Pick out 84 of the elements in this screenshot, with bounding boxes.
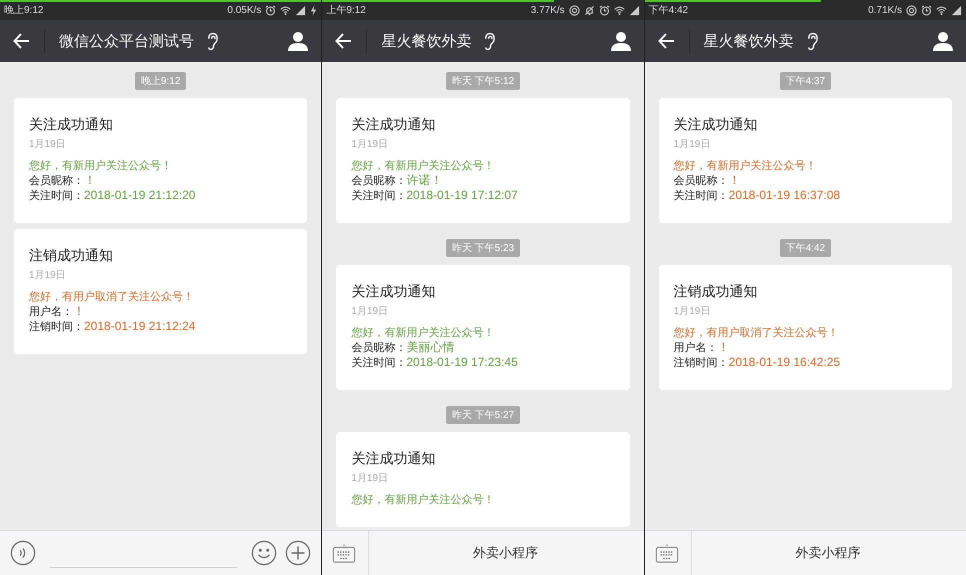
clock-time: 上午9:12: [326, 4, 366, 17]
clock-time: 晚上9:12: [4, 4, 44, 17]
back-arrow-icon[interactable]: [656, 31, 677, 51]
voice-icon[interactable]: [10, 540, 36, 566]
ear-icon[interactable]: [806, 32, 819, 50]
field-value: ！: [73, 304, 85, 318]
menu-button[interactable]: 外卖小程序: [377, 531, 634, 575]
greeting-text: 您好，有新用户关注公众号！: [674, 159, 818, 173]
field-value: ！: [84, 173, 96, 187]
field-value: ！: [728, 173, 741, 187]
card-date: 1月19日: [351, 138, 390, 151]
chat-title: 微信公众平台测试号: [59, 32, 194, 50]
field-label: 用户名：: [29, 305, 73, 319]
back-arrow-icon[interactable]: [12, 31, 32, 51]
keyboard-icon[interactable]: [332, 542, 356, 564]
field-label: 关注时间：: [29, 189, 84, 203]
person-icon[interactable]: [610, 30, 632, 52]
plus-icon[interactable]: [285, 540, 312, 566]
signal-icon: [295, 4, 306, 16]
field-label: 关注时间：: [351, 189, 406, 203]
greeting-text: 您好，有新用户关注公众号！: [29, 159, 173, 173]
card-date: 1月19日: [674, 138, 712, 151]
timestamp-chip: 下午4:42: [780, 239, 832, 257]
card-title: 关注成功通知: [351, 116, 436, 134]
card-title: 关注成功通知: [29, 116, 114, 134]
card-date: 1月19日: [674, 305, 712, 318]
clock-time: 下午4:42: [648, 4, 688, 17]
field-value: 2018-01-19 16:37:08: [728, 188, 840, 202]
greeting-text: 您好，有用户取消了关注公众号！: [29, 290, 195, 304]
card-date: 1月19日: [351, 472, 390, 485]
field-value: 2018-01-19 17:12:07: [406, 188, 518, 202]
signal-icon: [628, 4, 640, 16]
card-date: 1月19日: [351, 305, 390, 318]
greeting-text: 您好，有新用户关注公众号！: [351, 326, 496, 340]
field-value: 2018-01-19 21:12:24: [84, 319, 196, 333]
field-label: 关注时间：: [351, 356, 406, 370]
greeting-text: 您好，有用户取消了关注公众号！: [674, 326, 840, 340]
field-label: 关注时间：: [674, 189, 729, 203]
field-value: ！: [718, 340, 730, 354]
timestamp-chip: 晚上9:12: [134, 72, 186, 90]
alarm-icon: [598, 4, 610, 16]
field-value: 2018-01-19 21:12:20: [84, 188, 196, 202]
card-title: 关注成功通知: [351, 283, 436, 301]
field-label: 会员昵称：: [674, 174, 729, 188]
field-label: 用户名：: [674, 341, 718, 355]
alarm-icon: [921, 4, 932, 16]
menu-button[interactable]: 外卖小程序: [700, 531, 956, 575]
wifi-icon: [936, 4, 947, 16]
field-label: 会员昵称：: [29, 174, 84, 188]
person-icon[interactable]: [287, 30, 310, 52]
field-label: 会员昵称：: [351, 341, 406, 355]
timestamp-chip: 昨天 下午5:23: [446, 239, 520, 257]
card-title: 关注成功通知: [351, 450, 436, 468]
chat-title: 星火餐饮外卖: [381, 32, 472, 50]
field-label: 注销时间：: [674, 356, 729, 370]
timestamp-chip: 昨天 下午5:27: [446, 406, 520, 424]
field-value: 2018-01-19 16:42:25: [728, 355, 840, 369]
field-label: 注销时间：: [29, 320, 84, 334]
emoji-icon[interactable]: [251, 540, 278, 566]
keyboard-icon[interactable]: [654, 542, 679, 564]
network-speed: 0.71K/s: [868, 4, 902, 16]
field-value: 2018-01-19 17:23:45: [406, 355, 518, 369]
person-icon[interactable]: [932, 30, 954, 52]
chat-title: 星火餐饮外卖: [704, 32, 794, 50]
card-title: 关注成功通知: [674, 116, 759, 134]
greeting-text: 您好，有新用户关注公众号！: [351, 159, 496, 173]
field-label: 会员昵称：: [351, 174, 406, 188]
wifi-icon: [280, 4, 292, 16]
card-title: 注销成功通知: [674, 283, 759, 301]
wifi-icon: [614, 4, 625, 16]
field-value: 美丽心情: [406, 340, 454, 354]
timestamp-chip: 昨天 下午5:12: [446, 72, 520, 90]
card-title: 注销成功通知: [29, 247, 114, 265]
network-speed: 0.05K/s: [227, 4, 262, 16]
card-date: 1月19日: [29, 138, 67, 151]
field-value: 许诺！: [406, 173, 442, 187]
signal-icon: [951, 4, 962, 16]
ear-icon[interactable]: [483, 32, 496, 50]
card-date: 1月19日: [29, 269, 67, 282]
greeting-text: 您好，有新用户关注公众号！: [351, 493, 496, 507]
network-speed: 3.77K/s: [530, 4, 565, 16]
timestamp-chip: 下午4:37: [780, 72, 832, 90]
alarm-icon: [265, 4, 276, 16]
ear-icon[interactable]: [206, 32, 219, 50]
